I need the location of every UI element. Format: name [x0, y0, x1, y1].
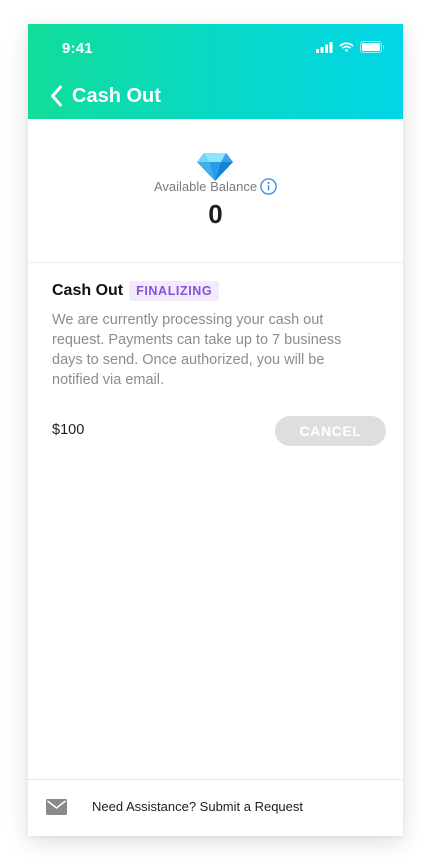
status-badge: FINALIZING: [129, 281, 220, 301]
battery-icon: [360, 41, 385, 53]
app-header: 9:41 Cash Out: [28, 24, 403, 119]
available-balance-label: Available Balance: [153, 179, 258, 194]
footer-assistance: Need Assistance? Submit a Request: [28, 779, 403, 836]
balance-value: 0: [208, 199, 223, 229]
submit-request-link[interactable]: Need Assistance? Submit a Request: [92, 799, 303, 814]
balance-label-row: Available Balance: [28, 178, 403, 195]
cash-out-amount-row: $100 CANCEL: [52, 416, 387, 447]
screen-background: 9:41 Cash Out Available Balance 0 Cash O…: [0, 0, 431, 868]
mail-icon: [46, 799, 67, 815]
status-time: 9:41: [62, 40, 93, 57]
cash-out-description: We are currently processing your cash ou…: [52, 312, 342, 388]
cash-out-title: Cash Out: [52, 282, 124, 299]
cash-out-title-row: Cash Out FINALIZING: [52, 281, 387, 301]
cash-out-request: Cash Out FINALIZING We are currently pro…: [52, 281, 387, 390]
page-title: Cash Out: [72, 84, 161, 107]
back-button[interactable]: Cash Out: [48, 84, 161, 108]
balance-card: Available Balance 0: [28, 119, 403, 263]
status-icons: [316, 41, 385, 53]
cellular-signal-icon: [316, 41, 333, 53]
phone-screen: 9:41 Cash Out Available Balance 0 Cash O…: [28, 24, 403, 836]
cash-out-amount: $100: [52, 422, 85, 438]
cancel-button[interactable]: CANCEL: [275, 416, 386, 446]
chevron-left-icon: [51, 85, 62, 107]
wifi-icon: [339, 41, 354, 52]
info-icon[interactable]: [260, 178, 277, 195]
